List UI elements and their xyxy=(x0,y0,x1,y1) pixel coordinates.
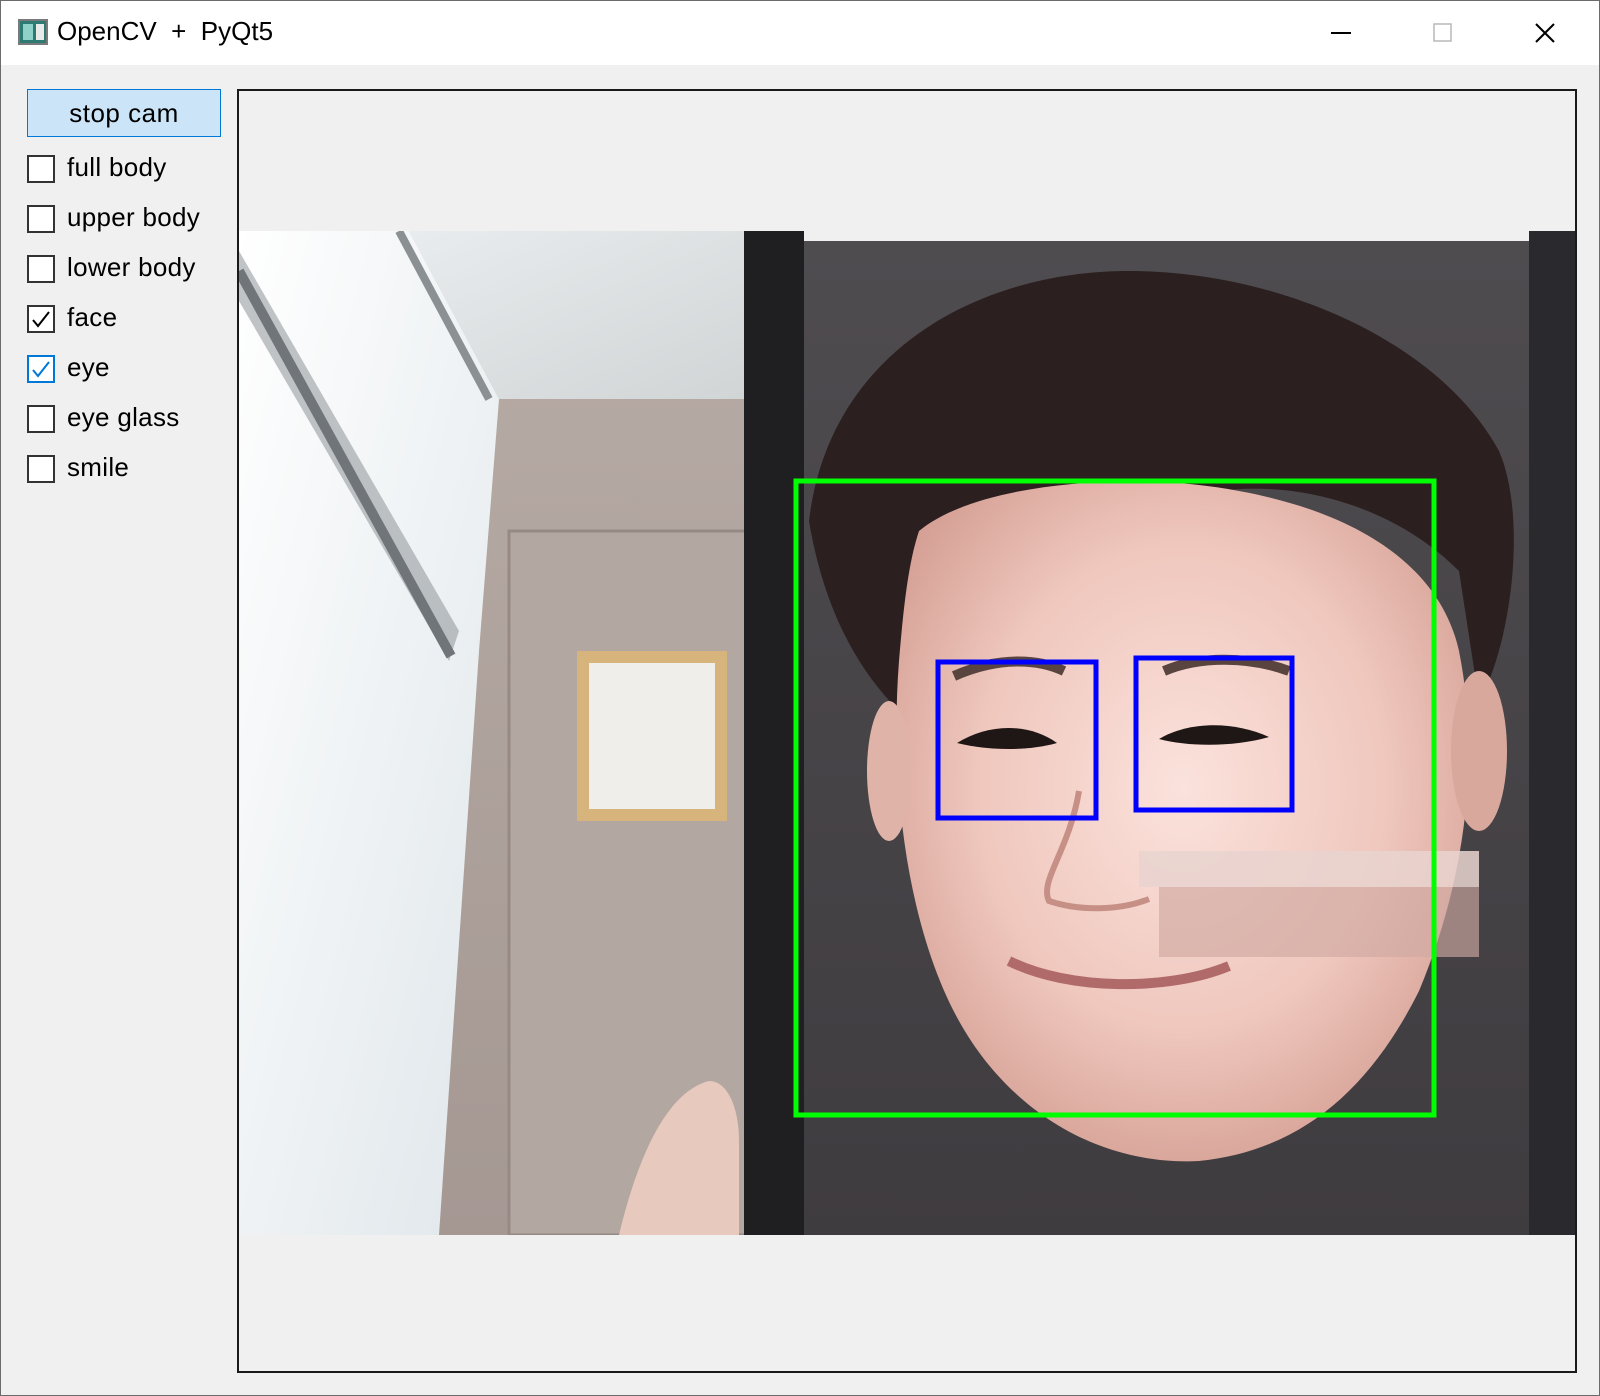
checkbox-label: eye xyxy=(67,352,110,382)
maximize-button[interactable] xyxy=(1393,1,1493,65)
stop-cam-button[interactable]: stop cam xyxy=(27,89,221,137)
checkbox-label: smile xyxy=(67,452,130,482)
minimize-button[interactable] xyxy=(1291,1,1391,65)
checkbox-box[interactable] xyxy=(27,305,55,333)
app-icon xyxy=(18,19,48,45)
camera-frame xyxy=(239,231,1575,1235)
close-icon xyxy=(1535,23,1555,43)
video-view xyxy=(237,89,1577,1373)
minimize-icon xyxy=(1331,32,1351,34)
close-button[interactable] xyxy=(1495,1,1595,65)
checkbox-label: face xyxy=(67,302,118,332)
checkbox-box[interactable] xyxy=(27,455,55,483)
checkbox-label: eye glass xyxy=(67,402,180,432)
window-title: OpenCV + PyQt5 xyxy=(57,16,274,46)
maximize-icon xyxy=(1433,23,1452,42)
checkbox-label: lower body xyxy=(67,252,196,282)
checkbox-box[interactable] xyxy=(27,255,55,283)
checkbox-box[interactable] xyxy=(27,355,55,383)
checkbox-box[interactable] xyxy=(27,155,55,183)
title-bar[interactable]: OpenCV + PyQt5 xyxy=(1,1,1599,65)
checkbox-box[interactable] xyxy=(27,405,55,433)
checkmark-icon xyxy=(32,311,50,328)
camera-image xyxy=(239,231,1575,1235)
checkbox-box[interactable] xyxy=(27,205,55,233)
checkbox-label: upper body xyxy=(67,202,201,232)
app-window: OpenCV + PyQt5 stop cam full body upper … xyxy=(0,0,1600,1396)
checkmark-icon xyxy=(32,361,50,378)
checkbox-label: full body xyxy=(67,152,167,182)
